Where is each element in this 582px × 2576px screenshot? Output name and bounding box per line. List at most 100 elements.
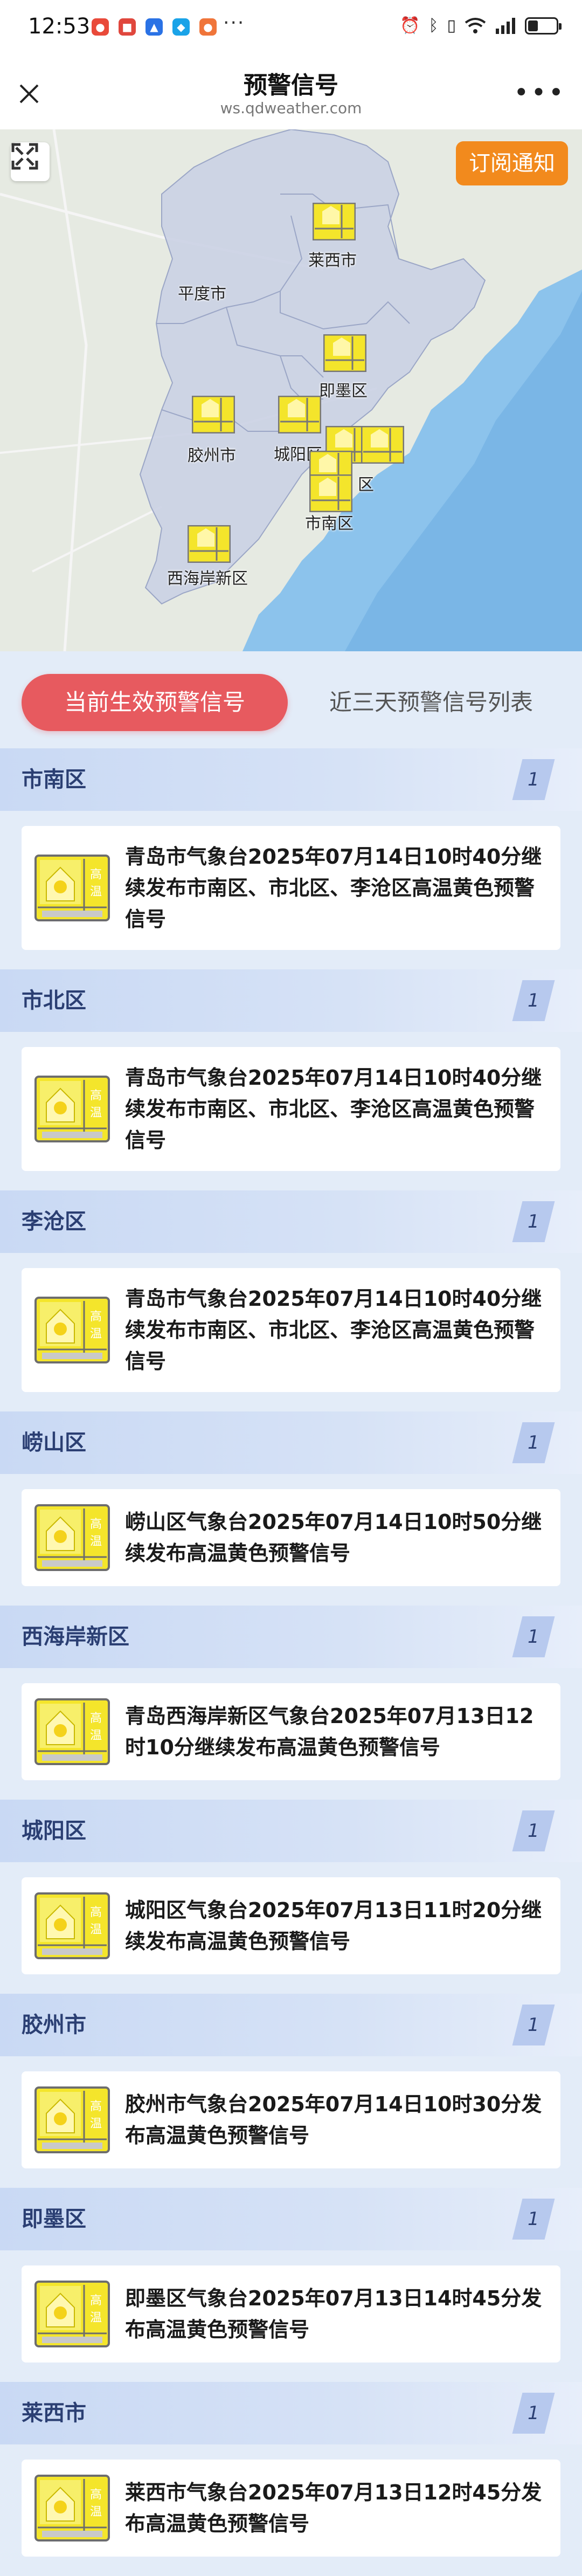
map-warning-icon-jimo[interactable] xyxy=(323,334,366,372)
district-header[interactable]: 莱西市 1 xyxy=(0,2382,582,2444)
warning-count-badge: 1 xyxy=(512,2393,555,2434)
map-warning-icon-shinan[interactable] xyxy=(309,474,352,512)
map-warning-icon-laoshan[interactable] xyxy=(361,426,404,464)
svg-text:高: 高 xyxy=(90,868,102,881)
alarm-icon: ⏰ xyxy=(400,16,420,35)
warning-card[interactable]: 高 温 胶州市气象台2025年07月14日10时30分发布高温黄色预警信号 xyxy=(22,2071,560,2168)
map-warning-icon-chengyang[interactable] xyxy=(278,396,321,433)
title-bar: 预警信号 ws.qdweather.com ••• xyxy=(0,58,582,129)
warning-count-badge: 1 xyxy=(512,2005,555,2045)
district-name: 市南区 xyxy=(22,767,86,792)
district-header[interactable]: 李沧区 1 xyxy=(0,1190,582,1253)
warning-card[interactable]: 高 温 青岛市气象台2025年07月14日10时40分继续发布市南区、市北区、李… xyxy=(22,826,560,950)
message-icon: ◆ xyxy=(172,18,190,36)
vibrate-icon: ▯ xyxy=(447,16,456,35)
warning-map[interactable]: 订阅通知 平度市 莱西市 即墨区 胶州市 城阳区 区 市南区 西海岸新区 xyxy=(0,129,582,651)
system-status: ⏰ ᛒ ▯ xyxy=(400,16,562,35)
signal-icon xyxy=(496,17,515,34)
map-label-pingdu: 平度市 xyxy=(178,285,226,304)
warning-count-badge: 1 xyxy=(512,1201,555,1242)
district-name: 胶州市 xyxy=(22,2013,86,2037)
map-label-qu: 区 xyxy=(358,476,374,494)
svg-text:温: 温 xyxy=(90,2117,102,2131)
warning-count-badge: 1 xyxy=(512,759,555,800)
warning-text: 胶州市气象台2025年07月14日10时30分发布高温黄色预警信号 xyxy=(125,2092,542,2147)
district-section: 西海岸新区 1 高 温 青岛西海岸新区气象台2025年07月13日12时10分继… xyxy=(0,1606,582,1800)
map-background xyxy=(0,129,582,651)
svg-text:温: 温 xyxy=(90,2311,102,2325)
subscribe-button[interactable]: 订阅通知 xyxy=(456,141,568,185)
warning-count: 1 xyxy=(528,2208,539,2230)
warning-text: 青岛市气象台2025年07月14日10时40分继续发布市南区、市北区、李沧区高温… xyxy=(125,1066,542,1152)
tab-bar: 当前生效预警信号 近三天预警信号列表 xyxy=(0,651,582,748)
district-section: 崂山区 1 高 温 崂山区气象台2025年07月14日10时50分继续发布高温黄… xyxy=(0,1411,582,1606)
high-temperature-yellow-warning-icon: 高 温 xyxy=(34,1076,110,1142)
district-header[interactable]: 即墨区 1 xyxy=(0,2188,582,2250)
district-name: 西海岸新区 xyxy=(22,1624,129,1649)
district-body: 高 温 崂山区气象台2025年07月14日10时50分继续发布高温黄色预警信号 xyxy=(0,1474,582,1606)
warning-list: 市南区 1 高 温 青岛市气象台2025年07月14日10时40分继续发布市南区… xyxy=(0,748,582,2576)
district-section: 市南区 1 高 温 青岛市气象台2025年07月14日10时40分继续发布市南区… xyxy=(0,748,582,969)
svg-text:温: 温 xyxy=(90,1327,102,1341)
warning-card[interactable]: 高 温 城阳区气象台2025年07月13日11时20分继续发布高温黄色预警信号 xyxy=(22,1877,560,1974)
district-header[interactable]: 崂山区 1 xyxy=(0,1411,582,1474)
district-header[interactable]: 西海岸新区 1 xyxy=(0,1606,582,1668)
notification-icons: ● ■ ▲ ◆ ● xyxy=(92,18,217,36)
weibo-icon: ● xyxy=(92,18,109,36)
map-warning-icon-laixi[interactable] xyxy=(313,203,356,240)
district-body: 高 温 青岛西海岸新区气象台2025年07月13日12时10分继续发布高温黄色预… xyxy=(0,1668,582,1800)
map-warning-icon-xihaian[interactable] xyxy=(188,525,231,563)
district-body: 高 温 青岛市气象台2025年07月14日10时40分继续发布市南区、市北区、李… xyxy=(0,811,582,969)
warning-card[interactable]: 高 温 即墨区气象台2025年07月13日14时45分发布高温黄色预警信号 xyxy=(22,2265,560,2363)
district-name: 李沧区 xyxy=(22,1209,86,1234)
svg-text:高: 高 xyxy=(90,1906,102,1919)
more-options-icon[interactable]: ••• xyxy=(514,80,566,106)
warning-card[interactable]: 高 温 莱西市气象台2025年07月13日12时45分发布高温黄色预警信号 xyxy=(22,2460,560,2557)
app-icon: ● xyxy=(199,18,217,36)
battery-icon xyxy=(525,17,562,35)
district-body: 高 温 即墨区气象台2025年07月13日14时45分发布高温黄色预警信号 xyxy=(0,2250,582,2382)
status-time: 12:53 xyxy=(28,14,91,39)
warning-count-badge: 1 xyxy=(512,1810,555,1851)
district-section: 市北区 1 高 温 青岛市气象台2025年07月14日10时40分继续发布市南区… xyxy=(0,969,582,1190)
warning-count: 1 xyxy=(528,1820,539,1842)
high-temperature-yellow-warning-icon: 高 温 xyxy=(34,1892,110,1959)
district-header[interactable]: 城阳区 1 xyxy=(0,1800,582,1862)
warning-text: 青岛西海岸新区气象台2025年07月13日12时10分继续发布高温黄色预警信号 xyxy=(125,1704,534,1759)
warning-card[interactable]: 高 温 崂山区气象台2025年07月14日10时50分继续发布高温黄色预警信号 xyxy=(22,1489,560,1586)
district-header[interactable]: 胶州市 1 xyxy=(0,1994,582,2056)
district-header[interactable]: 市南区 1 xyxy=(0,748,582,811)
bluetooth-icon: ᛒ xyxy=(428,16,439,35)
warning-text: 即墨区气象台2025年07月13日14时45分发布高温黄色预警信号 xyxy=(125,2286,542,2341)
svg-text:高: 高 xyxy=(90,1712,102,1725)
warning-count-badge: 1 xyxy=(512,980,555,1021)
tab-current-warnings[interactable]: 当前生效预警信号 xyxy=(22,674,288,731)
warning-text: 莱西市气象台2025年07月13日12时45分发布高温黄色预警信号 xyxy=(125,2481,542,2536)
tab-three-day-list[interactable]: 近三天预警信号列表 xyxy=(302,674,560,731)
warning-card[interactable]: 高 温 青岛市气象台2025年07月14日10时40分继续发布市南区、市北区、李… xyxy=(22,1047,560,1171)
warning-card[interactable]: 高 温 青岛市气象台2025年07月14日10时40分继续发布市南区、市北区、李… xyxy=(22,1268,560,1392)
warning-count: 1 xyxy=(528,2014,539,2036)
district-body: 高 温 城阳区气象台2025年07月13日11时20分继续发布高温黄色预警信号 xyxy=(0,1862,582,1994)
svg-text:高: 高 xyxy=(90,1089,102,1103)
high-temperature-yellow-warning-icon: 高 温 xyxy=(34,2086,110,2153)
app-icon: ■ xyxy=(119,18,136,36)
svg-text:温: 温 xyxy=(90,2505,102,2519)
map-warning-icon-jiaozhou[interactable] xyxy=(192,396,235,433)
district-body: 高 温 胶州市气象台2025年07月14日10时30分发布高温黄色预警信号 xyxy=(0,2056,582,2188)
svg-text:温: 温 xyxy=(90,1923,102,1937)
high-temperature-yellow-warning-icon: 高 温 xyxy=(34,1297,110,1363)
svg-text:高: 高 xyxy=(90,2294,102,2308)
district-header[interactable]: 市北区 1 xyxy=(0,969,582,1032)
warning-card[interactable]: 高 温 青岛西海岸新区气象台2025年07月13日12时10分继续发布高温黄色预… xyxy=(22,1683,560,1780)
map-label-shinan: 市南区 xyxy=(305,514,354,533)
warning-text: 青岛市气象台2025年07月14日10时40分继续发布市南区、市北区、李沧区高温… xyxy=(125,845,542,931)
map-label-xihaian: 西海岸新区 xyxy=(167,569,248,588)
wifi-icon xyxy=(465,17,486,33)
fullscreen-icon[interactable] xyxy=(11,142,50,181)
district-name: 莱西市 xyxy=(22,2401,86,2426)
district-body: 高 温 青岛市气象台2025年07月14日10时40分继续发布市南区、市北区、李… xyxy=(0,1253,582,1411)
page-url: ws.qdweather.com xyxy=(220,99,362,117)
svg-text:温: 温 xyxy=(90,1106,102,1120)
svg-text:温: 温 xyxy=(90,1535,102,1548)
